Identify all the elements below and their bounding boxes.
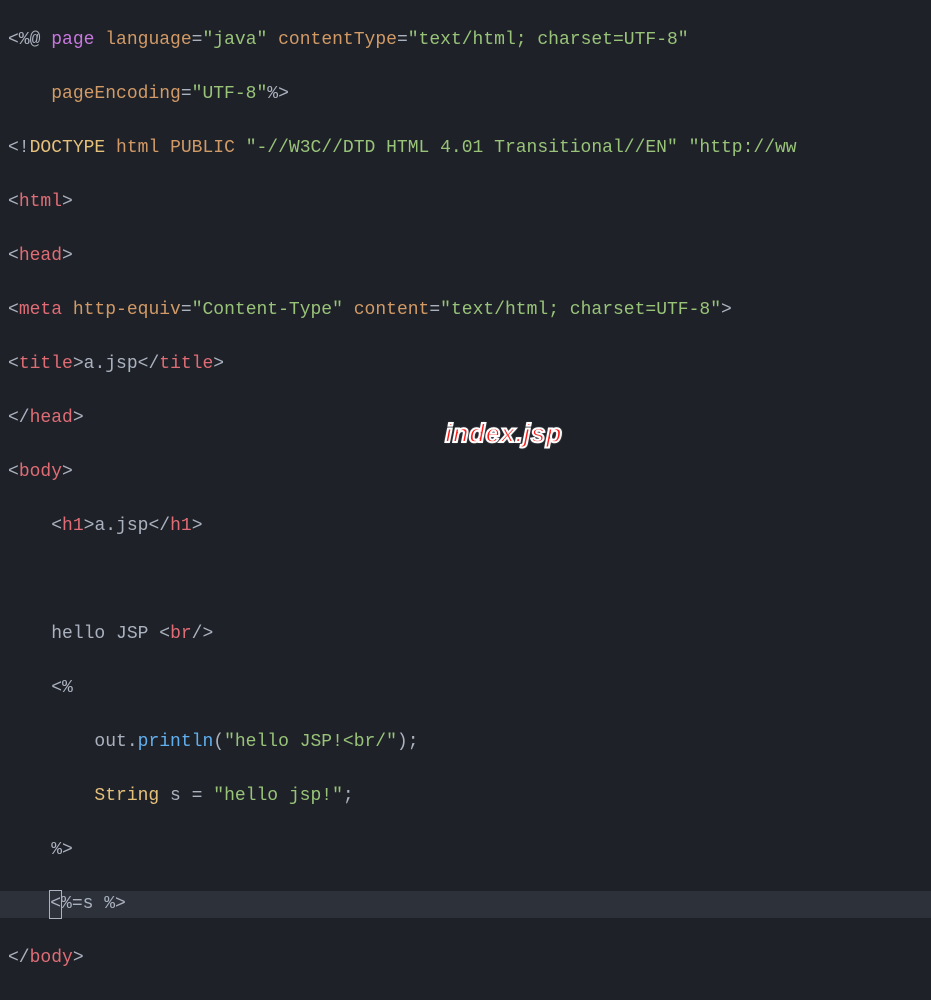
var-s: s xyxy=(170,786,181,806)
jsp-page-keyword: page xyxy=(51,30,94,50)
code-line[interactable]: </html> xyxy=(0,999,931,1000)
code-line[interactable]: hello JSP <br/> xyxy=(0,621,931,648)
filename-overlay: index.jsp xyxy=(445,420,562,447)
code-line[interactable]: <!DOCTYPE html PUBLIC "-//W3C//DTD HTML … xyxy=(0,135,931,162)
code-line[interactable] xyxy=(0,567,931,594)
string-value: "text/html; charset=UTF-8" xyxy=(408,30,689,50)
var-out: out xyxy=(94,732,126,752)
tag-br: br xyxy=(170,624,192,644)
doctype-fpi: "-//W3C//DTD HTML 4.01 Transitional//EN" xyxy=(246,138,678,158)
code-line[interactable]: <h1>a.jsp</h1> xyxy=(0,513,931,540)
string-literal: "hello JSP!<br/" xyxy=(224,732,397,752)
tag-body-close: body xyxy=(30,948,73,968)
tag-title: title xyxy=(19,354,73,374)
code-line[interactable]: %> xyxy=(0,837,931,864)
tag-head-close: head xyxy=(30,408,73,428)
code-line[interactable]: <html> xyxy=(0,189,931,216)
code-line[interactable]: <body> xyxy=(0,459,931,486)
string-value: "java" xyxy=(202,30,267,50)
title-text: a.jsp xyxy=(84,354,138,374)
method-println: println xyxy=(138,732,214,752)
jsp-delim-open: <%@ xyxy=(8,30,51,50)
jsp-scriptlet-close: %> xyxy=(51,840,73,860)
attr-content: content xyxy=(354,300,430,320)
code-line[interactable]: <title>a.jsp</title> xyxy=(0,351,931,378)
string-value: "Content-Type" xyxy=(192,300,343,320)
code-line[interactable]: <% xyxy=(0,675,931,702)
body-text: hello JSP xyxy=(51,624,159,644)
code-line[interactable]: <head> xyxy=(0,243,931,270)
attr-language: language xyxy=(105,30,191,50)
code-line[interactable]: out.println("hello JSP!<br/"); xyxy=(0,729,931,756)
type-string: String xyxy=(94,786,159,806)
caret-position: < xyxy=(50,891,61,918)
tag-html: html xyxy=(19,192,62,212)
code-line-active[interactable]: <%=s %> xyxy=(0,891,931,918)
string-value: "text/html; charset=UTF-8" xyxy=(440,300,721,320)
doctype-url: "http://ww xyxy=(689,138,797,158)
code-line[interactable]: <meta http-equiv="Content-Type" content=… xyxy=(0,297,931,324)
attr-contenttype: contentType xyxy=(278,30,397,50)
string-value: "UTF-8" xyxy=(192,84,268,104)
attr-http-equiv: http-equiv xyxy=(73,300,181,320)
code-line[interactable]: <%@ page language="java" contentType="te… xyxy=(0,27,931,54)
doctype-keyword: DOCTYPE xyxy=(30,138,106,158)
code-line[interactable]: pageEncoding="UTF-8"%> xyxy=(0,81,931,108)
tag-body: body xyxy=(19,462,62,482)
code-line[interactable]: </body> xyxy=(0,945,931,972)
tag-head: head xyxy=(19,246,62,266)
code-editor[interactable]: <%@ page language="java" contentType="te… xyxy=(0,0,931,1000)
tag-meta: meta xyxy=(19,300,62,320)
code-line[interactable]: String s = "hello jsp!"; xyxy=(0,783,931,810)
jsp-expression: %=s %> xyxy=(61,894,126,914)
h1-text: a.jsp xyxy=(94,516,148,536)
attr-pageencoding: pageEncoding xyxy=(51,84,181,104)
string-literal: "hello jsp!" xyxy=(213,786,343,806)
jsp-delim-close: %> xyxy=(267,84,289,104)
tag-h1: h1 xyxy=(62,516,84,536)
jsp-scriptlet-open: <% xyxy=(51,678,73,698)
